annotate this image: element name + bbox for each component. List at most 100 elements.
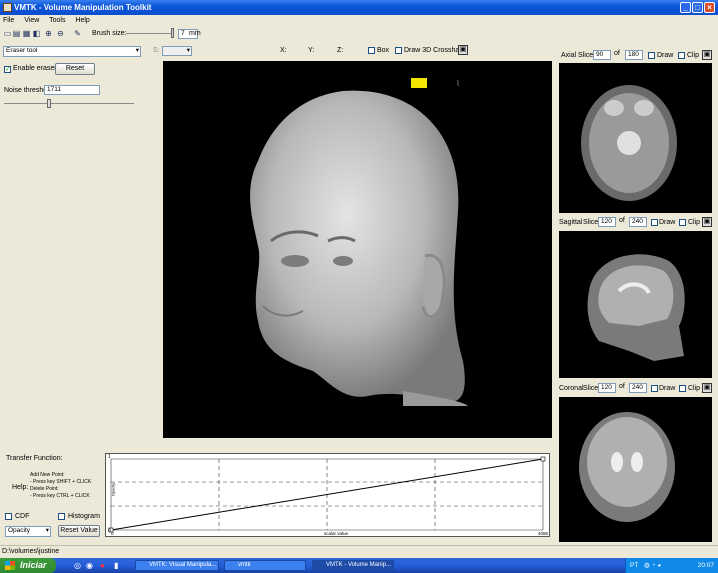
open-icon[interactable]: ▭ [3, 29, 12, 38]
sagittal-total-field: 240 [629, 217, 647, 227]
start-button[interactable]: Iniciar [0, 558, 56, 573]
noise-threshold-input[interactable]: 1711 [44, 85, 100, 95]
noise-threshold-value: 1711 [47, 86, 61, 93]
brush-size-slider[interactable] [126, 33, 174, 34]
axial-clip-label: Clip [687, 52, 700, 59]
coronal-clip-checkbox[interactable] [679, 385, 686, 392]
menu-help[interactable]: Help [75, 17, 89, 24]
axial-draw-label: Draw [657, 52, 674, 59]
eraser-icon[interactable]: ✎ [73, 29, 82, 38]
app-icon [3, 3, 12, 12]
chevron-down-icon: ▾ [186, 47, 190, 54]
z-label: Z: [337, 47, 344, 54]
axial-view[interactable] [559, 63, 712, 213]
desktop-icon[interactable]: ◎ [74, 561, 81, 570]
browser-icon[interactable]: ◉ [86, 561, 93, 570]
toolbar: ▭ ▤ ▦ ◧ ⊕ ⊖ ✎ Brush size: 7 mm [0, 26, 718, 42]
sagittal-total-value: 240 [632, 218, 643, 225]
chevron-down-icon: ▾ [45, 527, 49, 534]
tool-select[interactable]: Eraser tool ▾ [3, 46, 141, 57]
taskbar-item-vmtk-main[interactable]: VMTK - Volume Manip... [312, 560, 394, 571]
enable-eraser-checkbox[interactable] [4, 66, 11, 73]
start-label: Iniciar [20, 560, 47, 570]
box-checkbox[interactable] [368, 47, 375, 54]
cdf-checkbox[interactable] [5, 513, 12, 520]
system-tray: PT ◍ ◔ ◕ 20:07 [625, 558, 718, 573]
axial-slice-label: Slice [578, 52, 594, 59]
noise-slider-track[interactable] [4, 103, 134, 104]
sagittal-view[interactable] [559, 231, 712, 378]
zoom-out-icon[interactable]: ⊖ [56, 29, 65, 38]
maximize-button[interactable]: □ [692, 2, 703, 13]
sagittal-snapshot-icon[interactable]: ▣ [702, 217, 712, 227]
sagittal-slice-label: Slice [583, 219, 599, 226]
zoom-in-icon[interactable]: ⊕ [44, 29, 53, 38]
taskbar-item-vmtk-console[interactable]: vmtk [224, 560, 306, 571]
transfer-function-graph [108, 456, 546, 533]
sagittal-brain-image [587, 254, 685, 361]
reset-button[interactable]: Reset [55, 63, 95, 75]
x-min-label: 0 [111, 531, 114, 536]
reset-value-button[interactable]: Reset Value [58, 525, 100, 537]
chevron-down-icon: ▾ [135, 47, 139, 54]
coord-select[interactable]: ▾ [162, 46, 192, 56]
crosshair-label: Draw 3D Crosshair [404, 47, 464, 54]
folder-icon[interactable]: ▮ [114, 561, 118, 570]
crosshair-checkbox[interactable] [395, 47, 402, 54]
sagittal-draw-checkbox[interactable] [651, 219, 658, 226]
coronal-brain-image [579, 412, 675, 522]
help-text: Add New Point: - Press key SHIFT + CLICK… [30, 472, 91, 500]
axial-snapshot-icon[interactable]: ▣ [702, 50, 712, 60]
x-label: X: [280, 47, 287, 54]
mode-select[interactable]: Opacity ▾ [5, 526, 51, 537]
close-button[interactable]: × [704, 2, 715, 13]
coronal-draw-label: Draw [659, 385, 676, 392]
noise-slider-thumb[interactable] [47, 99, 51, 108]
taskbar-item-vmtk-visual[interactable]: VMTK: Visual Manipula... [135, 560, 219, 571]
axial-slice-input[interactable]: 90 [593, 50, 611, 60]
brush-unit: mm [189, 30, 201, 37]
histogram-checkbox[interactable] [58, 513, 65, 520]
brush-slider-thumb[interactable] [171, 28, 174, 38]
taskbar-item-label: VMTK - Volume Manip... [326, 562, 392, 568]
help-label: Help: [12, 484, 29, 491]
mode-select-value: Opacity [8, 527, 31, 534]
grid-icon[interactable]: ▦ [22, 29, 31, 38]
clock: 20:07 [697, 562, 714, 569]
axial-slice-value: 90 [596, 51, 604, 58]
menu-file[interactable]: File [3, 17, 14, 24]
snapshot-icon[interactable]: ▣ [458, 45, 468, 55]
volume-render-view[interactable]: ⌇ [163, 61, 552, 438]
sagittal-slice-input[interactable]: 120 [598, 217, 616, 227]
help-line: Delete Point: [30, 486, 59, 492]
coronal-snapshot-icon[interactable]: ▣ [702, 383, 712, 393]
sagittal-draw-label: Draw [659, 219, 676, 226]
minimize-button[interactable]: _ [680, 2, 691, 13]
save-icon[interactable]: ▤ [12, 29, 21, 38]
help-line: - Press key CTRL + CLICK [30, 493, 90, 499]
media-icon[interactable]: ● [100, 561, 105, 570]
axial-label: Axial [561, 52, 577, 59]
coronal-total-value: 240 [632, 384, 643, 391]
sagittal-clip-checkbox[interactable] [679, 219, 686, 226]
axial-total-value: 180 [628, 51, 639, 58]
axial-brain-image [581, 85, 677, 201]
windows-logo-icon [5, 561, 15, 570]
language-indicator[interactable]: PT [630, 562, 638, 569]
coronal-view[interactable] [559, 397, 712, 542]
axial-draw-checkbox[interactable] [648, 52, 655, 59]
menu-view[interactable]: View [24, 17, 39, 24]
menu-tools[interactable]: Tools [49, 17, 65, 24]
tray-icons[interactable]: ◍ ◔ ◕ [644, 562, 661, 569]
help-line: Add New Point: [30, 472, 65, 478]
axial-clip-checkbox[interactable] [678, 52, 685, 59]
coronal-draw-checkbox[interactable] [651, 385, 658, 392]
brush-size-value: 7 [181, 30, 185, 37]
coronal-slice-input[interactable]: 120 [598, 383, 616, 393]
tool-icon[interactable]: ◧ [32, 29, 41, 38]
sagittal-label: Sagittal [559, 219, 583, 226]
status-path: D:\volumes\justine [2, 548, 60, 555]
s-label: S: [153, 47, 160, 54]
coronal-label: Coronal [559, 385, 584, 392]
transfer-function-plot[interactable]: 1 0 Opacity 0 scalar value 4095 [105, 453, 550, 537]
